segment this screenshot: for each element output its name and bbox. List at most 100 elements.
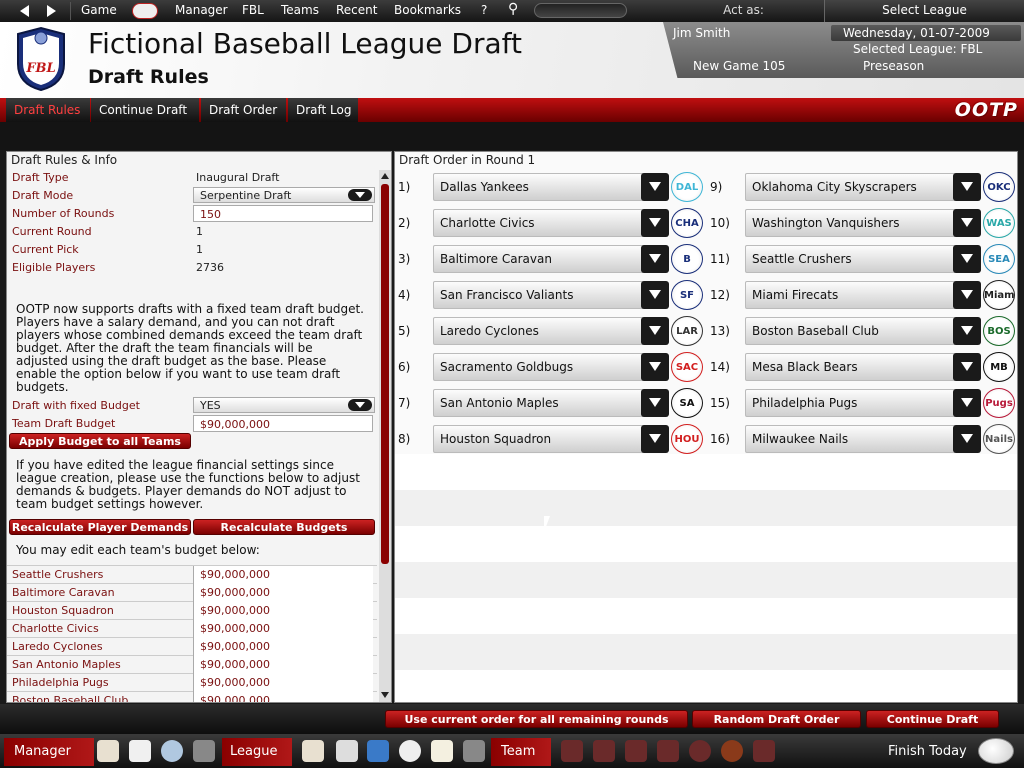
home-icon[interactable] <box>302 740 324 762</box>
continue-draft-button[interactable]: Continue Draft <box>866 710 999 728</box>
menu-bookmarks[interactable]: Bookmarks <box>394 3 461 17</box>
league-section[interactable]: League <box>222 738 292 766</box>
field-icon[interactable] <box>625 740 647 762</box>
scroll-down-icon[interactable] <box>381 692 389 698</box>
camera-icon[interactable] <box>753 740 775 762</box>
tab-draft-log[interactable]: Draft Log <box>288 98 358 122</box>
clipboard-icon[interactable] <box>431 740 453 762</box>
draft-pick-row[interactable]: 13) Boston Baseball Club BOS <box>707 314 1017 348</box>
menu-recent[interactable]: Recent <box>336 3 377 17</box>
chevron-down-icon[interactable] <box>953 389 981 417</box>
team-section[interactable]: Team <box>491 738 551 766</box>
user-name[interactable]: Jim Smith <box>673 26 730 40</box>
pick-team-name[interactable]: Charlotte Civics <box>433 209 645 237</box>
tab-continue-draft[interactable]: Continue Draft <box>91 98 199 122</box>
finish-today-button[interactable]: Finish Today <box>888 744 967 759</box>
draft-pick-row[interactable]: 16) Milwaukee Nails Nails <box>707 422 1017 456</box>
trash-icon[interactable] <box>336 740 358 762</box>
chevron-down-icon[interactable] <box>953 317 981 345</box>
search-input[interactable] <box>534 3 627 18</box>
search-icon[interactable] <box>161 740 183 762</box>
fixed-budget-select[interactable]: YES <box>193 397 375 413</box>
menu-game[interactable]: Game <box>81 3 117 17</box>
recalc-demands-button[interactable]: Recalculate Player Demands <box>9 519 191 535</box>
team-budget-field[interactable]: $90,000,000 <box>193 602 373 620</box>
pick-team-name[interactable]: Oklahoma City Skyscrapers <box>745 173 957 201</box>
draft-pick-row[interactable]: 5) Laredo Cyclones LAR <box>395 314 707 348</box>
manager-section[interactable]: Manager <box>4 738 94 766</box>
draft-pick-row[interactable]: 1) Dallas Yankees DAL <box>395 170 707 204</box>
draft-pick-row[interactable]: 14) Mesa Black Bears MB <box>707 350 1017 384</box>
search-icon[interactable]: ⚲ <box>508 1 518 17</box>
draft-pick-row[interactable]: 2) Charlotte Civics CHA <box>395 206 707 240</box>
chevron-down-icon[interactable] <box>641 317 669 345</box>
menu-manager[interactable]: Manager <box>175 3 228 17</box>
left-scrollbar[interactable] <box>379 170 391 702</box>
home-icon[interactable] <box>97 740 119 762</box>
clipboard-icon[interactable] <box>657 740 679 762</box>
team-budget-field[interactable]: $90,000,000 <box>193 620 373 638</box>
apply-budget-button[interactable]: Apply Budget to all Teams <box>9 433 191 449</box>
draft-pick-row[interactable]: 6) Sacramento Goldbugs SAC <box>395 350 707 384</box>
use-current-order-button[interactable]: Use current order for all remaining roun… <box>385 710 688 728</box>
scroll-up-icon[interactable] <box>381 173 389 179</box>
chevron-down-icon[interactable] <box>641 389 669 417</box>
team-budget-field[interactable]: $90,000,000 <box>193 656 373 674</box>
team-budget-field[interactable]: $90,000,000 <box>193 638 373 656</box>
basketball-icon[interactable] <box>721 740 743 762</box>
team-budget-input[interactable]: $90,000,000 <box>193 415 373 432</box>
draft-mode-select[interactable]: Serpentine Draft <box>193 187 375 203</box>
pick-team-name[interactable]: Boston Baseball Club <box>745 317 957 345</box>
player-icon[interactable] <box>593 740 615 762</box>
pick-team-name[interactable]: Dallas Yankees <box>433 173 645 201</box>
chevron-down-icon[interactable] <box>641 209 669 237</box>
tab-draft-order[interactable]: Draft Order <box>201 98 286 122</box>
pick-team-name[interactable]: San Francisco Valiants <box>433 281 645 309</box>
camera-icon[interactable] <box>193 740 215 762</box>
draft-pick-row[interactable]: 11) Seattle Crushers SEA <box>707 242 1017 276</box>
baseball-icon[interactable] <box>978 738 1014 764</box>
chevron-down-icon[interactable] <box>348 399 372 411</box>
chevron-down-icon[interactable] <box>641 245 669 273</box>
draft-pick-row[interactable]: 15) Philadelphia Pugs Pugs <box>707 386 1017 420</box>
baseball-icon[interactable] <box>132 3 158 19</box>
chevron-down-icon[interactable] <box>953 281 981 309</box>
chevron-down-icon[interactable] <box>641 173 669 201</box>
chevron-down-icon[interactable] <box>641 281 669 309</box>
chevron-down-icon[interactable] <box>641 353 669 381</box>
pick-team-name[interactable]: Washington Vanquishers <box>745 209 957 237</box>
draft-pick-row[interactable]: 8) Houston Squadron HOU <box>395 422 707 456</box>
recalc-budgets-button[interactable]: Recalculate Budgets <box>193 519 375 535</box>
team-budget-field[interactable]: $90,000,000 <box>193 584 373 602</box>
rounds-input[interactable]: 150 <box>193 205 373 222</box>
pick-team-name[interactable]: Philadelphia Pugs <box>745 389 957 417</box>
draft-pick-row[interactable]: 9) Oklahoma City Skyscrapers OKC <box>707 170 1017 204</box>
pick-team-name[interactable]: Milwaukee Nails <box>745 425 957 453</box>
chevron-down-icon[interactable] <box>953 209 981 237</box>
scroll-thumb[interactable] <box>381 184 389 564</box>
pick-team-name[interactable]: Miami Firecats <box>745 281 957 309</box>
pick-team-name[interactable]: San Antonio Maples <box>433 389 645 417</box>
pick-team-name[interactable]: Mesa Black Bears <box>745 353 957 381</box>
draft-pick-row[interactable]: 3) Baltimore Caravan B <box>395 242 707 276</box>
chevron-down-icon[interactable] <box>953 245 981 273</box>
chevron-down-icon[interactable] <box>641 425 669 453</box>
baseball-icon[interactable] <box>399 740 421 762</box>
menu-teams[interactable]: Teams <box>281 3 319 17</box>
draft-pick-row[interactable]: 12) Miami Firecats Miami <box>707 278 1017 312</box>
chevron-down-icon[interactable] <box>953 353 981 381</box>
current-date[interactable]: Wednesday, 01-07-2009 <box>843 26 990 40</box>
draft-pick-row[interactable]: 7) San Antonio Maples SA <box>395 386 707 420</box>
draft-pick-row[interactable]: 4) San Francisco Valiants SF <box>395 278 707 312</box>
random-draft-order-button[interactable]: Random Draft Order <box>692 710 861 728</box>
draft-pick-row[interactable]: 10) Washington Vanquishers WAS <box>707 206 1017 240</box>
search-icon[interactable] <box>689 740 711 762</box>
select-league-button[interactable]: Select League <box>824 0 1024 22</box>
team-budget-field[interactable]: $90,000,000 <box>193 674 373 692</box>
chevron-down-icon[interactable] <box>953 173 981 201</box>
pick-team-name[interactable]: Sacramento Goldbugs <box>433 353 645 381</box>
chevron-down-icon[interactable] <box>348 189 372 201</box>
chevron-down-icon[interactable] <box>953 425 981 453</box>
back-arrow-icon[interactable] <box>20 5 29 17</box>
menu-fbl[interactable]: FBL <box>242 3 264 17</box>
